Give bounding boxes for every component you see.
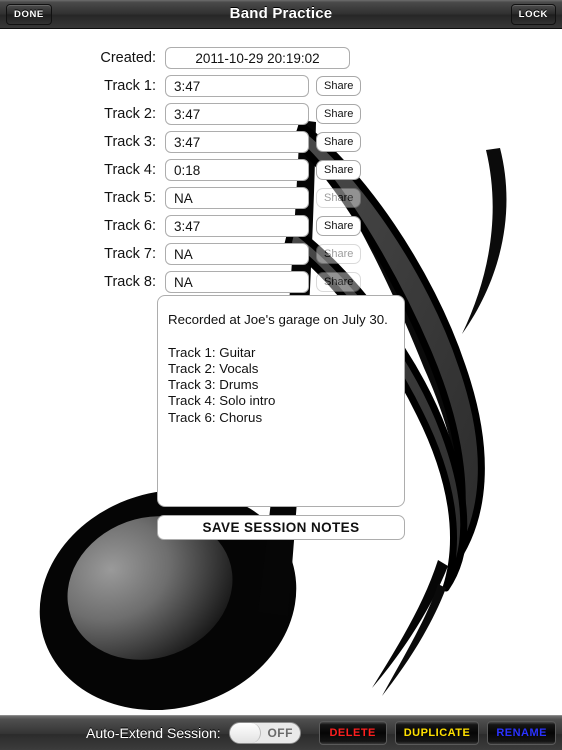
track-duration-field[interactable]: 3:47 (165, 215, 309, 237)
share-button[interactable]: Share (316, 160, 362, 180)
track-duration-field[interactable]: 3:47 (165, 75, 309, 97)
created-value-field[interactable]: 2011-10-29 20:19:02 (165, 47, 350, 69)
track-row: Track 5: NA Share (0, 185, 562, 211)
track-label: Track 4: (104, 162, 156, 178)
share-button[interactable]: Share (316, 132, 362, 152)
track-row: Track 3: 3:47 Share (0, 129, 562, 155)
track-duration-field[interactable]: 0:18 (165, 159, 309, 181)
auto-extend-label: Auto-Extend Session: (86, 725, 221, 741)
track-duration-field[interactable]: NA (165, 243, 309, 265)
track-row: Track 6: 3:47 Share (0, 213, 562, 239)
track-row: Track 8: NA Share (0, 269, 562, 295)
share-button: Share (316, 244, 362, 264)
toggle-state-label: OFF (267, 726, 293, 740)
rename-button[interactable]: RENAME (487, 721, 556, 745)
delete-button[interactable]: DELETE (318, 721, 387, 745)
track-duration-field[interactable]: 3:47 (165, 131, 309, 153)
track-row: Track 4: 0:18 Share (0, 157, 562, 183)
track-row: Track 2: 3:47 Share (0, 101, 562, 127)
bottom-toolbar: Auto-Extend Session: OFF DELETE DUPLICAT… (0, 715, 562, 750)
track-label: Track 6: (104, 218, 156, 234)
track-duration-field[interactable]: NA (165, 271, 309, 293)
track-label: Track 5: (104, 190, 156, 206)
track-label: Track 7: (104, 246, 156, 262)
share-button: Share (316, 188, 362, 208)
track-label: Track 3: (104, 134, 156, 150)
note-flag-tip-2 (382, 584, 446, 696)
share-button[interactable]: Share (316, 76, 362, 96)
share-button: Share (316, 272, 362, 292)
track-label: Track 8: (104, 274, 156, 290)
track-row: Track 7: NA Share (0, 241, 562, 267)
track-duration-field[interactable]: NA (165, 187, 309, 209)
created-row: Created: 2011-10-29 20:19:02 (0, 45, 562, 71)
duplicate-button[interactable]: DUPLICATE (394, 721, 480, 745)
toggle-knob[interactable] (229, 723, 261, 743)
top-navigation-bar: DONE Band Practice LOCK (0, 0, 562, 29)
session-notes-textarea[interactable]: Recorded at Joe's garage on July 30. Tra… (157, 295, 405, 507)
share-button[interactable]: Share (316, 104, 362, 124)
track-row: Track 1: 3:47 Share (0, 73, 562, 99)
note-flag-tip (372, 560, 448, 688)
page-title: Band Practice (229, 5, 333, 22)
lock-button[interactable]: LOCK (510, 4, 556, 25)
track-label: Track 1: (104, 78, 156, 94)
track-label: Track 2: (104, 106, 156, 122)
auto-extend-toggle[interactable]: OFF (228, 722, 301, 744)
share-button[interactable]: Share (316, 216, 362, 236)
track-duration-field[interactable]: 3:47 (165, 103, 309, 125)
created-label: Created: (100, 50, 156, 66)
save-session-notes-button[interactable]: SAVE SESSION NOTES (157, 515, 405, 540)
